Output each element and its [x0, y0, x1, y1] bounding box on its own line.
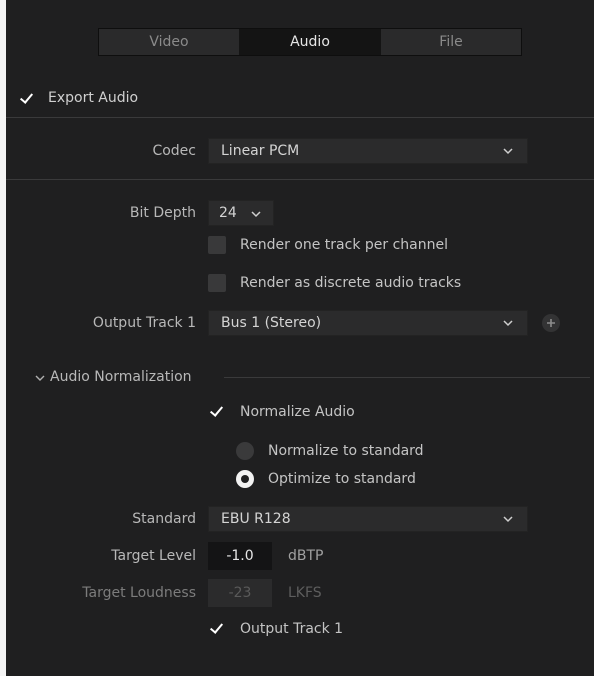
- render-settings-panel: Video Audio File Export Audio Codec Line…: [6, 0, 594, 676]
- tab-audio[interactable]: Audio: [240, 29, 381, 55]
- codec-label: Codec: [152, 143, 196, 159]
- section-divider: [224, 377, 590, 378]
- export-audio-label: Export Audio: [48, 90, 139, 106]
- normalize-to-standard-label: Normalize to standard: [268, 443, 424, 459]
- render-one-track-checkbox[interactable]: [208, 236, 226, 254]
- normalize-audio-label: Normalize Audio: [240, 404, 355, 420]
- bit-depth-dropdown[interactable]: 24: [208, 200, 274, 226]
- target-level-input[interactable]: -1.0: [208, 542, 272, 570]
- chevron-down-icon[interactable]: [34, 372, 46, 384]
- render-one-track-label: Render one track per channel: [240, 237, 448, 253]
- divider: [6, 179, 594, 180]
- codec-dropdown[interactable]: Linear PCM: [208, 138, 528, 164]
- bit-depth-label: Bit Depth: [129, 205, 196, 221]
- plus-icon: [547, 319, 555, 327]
- chevron-down-icon: [503, 516, 513, 523]
- tab-video[interactable]: Video: [99, 29, 240, 55]
- add-track-button[interactable]: [542, 314, 560, 332]
- optimize-to-standard-label: Optimize to standard: [268, 471, 416, 487]
- normalize-to-standard-radio[interactable]: [236, 442, 254, 460]
- render-discrete-label: Render as discrete audio tracks: [240, 275, 462, 291]
- output-track-checkbox-label: Output Track 1: [240, 621, 344, 637]
- output-track-dropdown[interactable]: Bus 1 (Stereo): [208, 310, 528, 336]
- target-loudness-input[interactable]: -23: [208, 579, 272, 607]
- optimize-to-standard-radio[interactable]: [236, 470, 254, 488]
- render-discrete-checkbox[interactable]: [208, 274, 226, 292]
- divider: [6, 117, 594, 118]
- tab-bar: Video Audio File: [98, 28, 522, 56]
- chevron-down-icon: [503, 320, 513, 327]
- output-track-checkbox[interactable]: [208, 620, 226, 638]
- target-level-label: Target Level: [111, 548, 196, 564]
- standard-label: Standard: [132, 511, 196, 527]
- bit-depth-value: 24: [219, 205, 237, 221]
- output-track-label: Output Track 1: [92, 315, 196, 331]
- standard-value: EBU R128: [221, 511, 291, 527]
- chevron-down-icon: [251, 211, 261, 218]
- target-loudness-label: Target Loudness: [82, 585, 196, 601]
- codec-value: Linear PCM: [221, 143, 300, 159]
- target-loudness-unit: LKFS: [288, 585, 322, 601]
- normalize-audio-checkbox[interactable]: [208, 403, 226, 421]
- audio-normalization-header[interactable]: Audio Normalization: [50, 369, 192, 385]
- target-level-unit: dBTP: [288, 548, 324, 564]
- output-track-value: Bus 1 (Stereo): [221, 315, 322, 331]
- export-audio-checkbox[interactable]: [18, 90, 36, 108]
- chevron-down-icon: [503, 148, 513, 155]
- tab-file[interactable]: File: [381, 29, 521, 55]
- standard-dropdown[interactable]: EBU R128: [208, 506, 528, 532]
